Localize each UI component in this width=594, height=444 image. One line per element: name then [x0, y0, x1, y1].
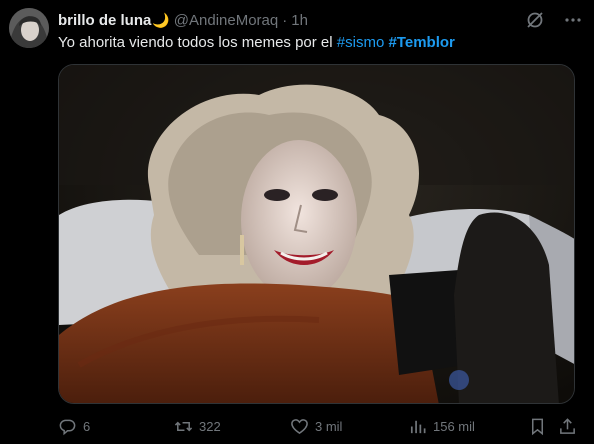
post-top-actions [524, 9, 584, 31]
like-icon [291, 418, 308, 434]
display-name[interactable]: brillo de luna [58, 12, 151, 29]
repost-button[interactable]: 322 [174, 414, 221, 438]
post-media-image[interactable] [58, 64, 575, 404]
avatar[interactable] [9, 8, 49, 48]
crescent-moon-icon: 🌙 [152, 11, 170, 28]
post-header: brillo de luna 🌙 @AndineMoraq · 1h [58, 10, 308, 30]
hashtag-link[interactable]: #sismo [337, 34, 385, 51]
separator-dot: · [282, 11, 288, 29]
grok-icon[interactable] [524, 9, 546, 31]
views-icon [410, 420, 426, 433]
like-count: 3 mil [315, 418, 343, 434]
post-timestamp[interactable]: 1h [291, 12, 308, 29]
post-actions: 6 322 3 mil 156 mil [58, 414, 578, 438]
more-options-icon[interactable] [562, 9, 584, 31]
reply-count: 6 [83, 418, 91, 434]
share-button[interactable] [558, 414, 577, 438]
hashtag-link[interactable]: #Temblor [388, 34, 454, 51]
like-button[interactable]: 3 mil [290, 414, 342, 438]
meme-image [59, 65, 574, 403]
reply-button[interactable]: 6 [58, 414, 90, 438]
bookmark-icon [531, 418, 544, 435]
bookmark-button[interactable] [528, 414, 547, 438]
user-handle[interactable]: @AndineMoraq [174, 12, 278, 29]
share-icon [560, 417, 575, 434]
views-button[interactable]: 156 mil [408, 414, 475, 438]
avatar-image [9, 8, 49, 48]
post-text-body: Yo ahorita viendo todos los memes por el [58, 34, 337, 51]
reply-icon [59, 419, 76, 435]
views-count: 156 mil [433, 418, 475, 434]
post-text: Yo ahorita viendo todos los memes por el… [58, 33, 578, 53]
repost-count: 322 [199, 418, 221, 434]
repost-icon [174, 421, 193, 431]
